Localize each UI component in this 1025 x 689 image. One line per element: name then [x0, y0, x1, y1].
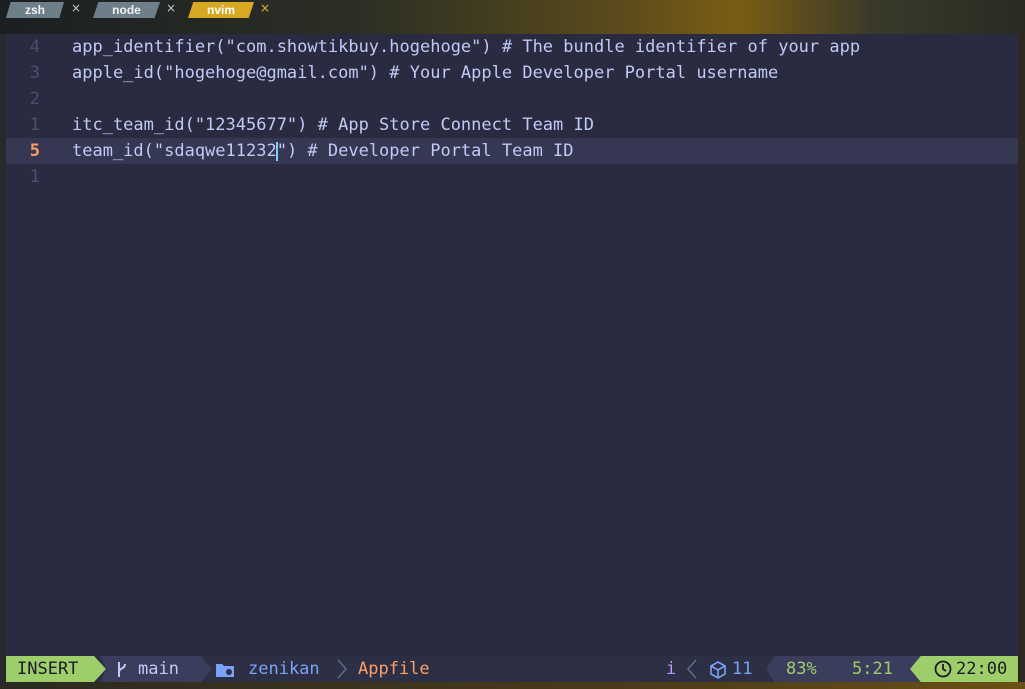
- line-number: 5: [29, 141, 40, 161]
- clock-icon: [934, 660, 952, 678]
- cursor-position: 5:21: [852, 659, 893, 679]
- code-text[interactable]: itc_team_id("12345677") # App Store Conn…: [72, 112, 594, 138]
- mode-indicator: INSERT: [6, 656, 106, 682]
- chevron-left-icon: [686, 659, 697, 679]
- tab-node[interactable]: node: [93, 2, 160, 18]
- git-branch: main: [138, 659, 179, 679]
- close-icon[interactable]: ×: [260, 1, 270, 15]
- clock-time: 22:00: [956, 659, 1008, 679]
- indicator-text: i: [666, 659, 677, 679]
- code-text[interactable]: app_identifier("com.showtikbuy.hogehoge"…: [72, 34, 860, 60]
- tab-label: node: [112, 3, 141, 17]
- scroll-percent: 83%: [786, 659, 817, 679]
- statusline: INSERT main zenikan Appfile i 11 83% 5:2…: [6, 656, 1018, 682]
- line-number: 1: [29, 167, 40, 187]
- tab-nvim[interactable]: nvim: [188, 2, 254, 18]
- line-number: 4: [29, 37, 40, 57]
- code-line[interactable]: 4 app_identifier("com.showtikbuy.hogehog…: [6, 34, 1018, 60]
- line-number: 1: [29, 115, 40, 135]
- chevron-right-icon: [337, 659, 348, 679]
- folder-icon: [216, 664, 234, 677]
- line-number: 2: [29, 89, 40, 109]
- lsp-count: 11: [732, 659, 753, 679]
- code-text[interactable]: apple_id("hogehoge@gmail.com") # Your Ap…: [72, 60, 778, 86]
- code-before-cursor: team_id("sdaqwe11232: [72, 141, 277, 161]
- editor-buffer[interactable]: 4 app_identifier("com.showtikbuy.hogehog…: [6, 34, 1018, 656]
- file-name: Appfile: [358, 659, 430, 679]
- tab-label: zsh: [24, 3, 45, 17]
- line-number: 3: [29, 63, 40, 83]
- close-icon[interactable]: ×: [71, 1, 81, 15]
- code-line[interactable]: 3 apple_id("hogehoge@gmail.com") # Your …: [6, 60, 1018, 86]
- clock-segment: 22:00: [910, 656, 1018, 682]
- git-branch-icon: [118, 662, 126, 677]
- wallpaper-right: [1018, 34, 1025, 682]
- code-line[interactable]: 2: [6, 86, 1018, 112]
- tab-label: nvim: [206, 3, 235, 17]
- package-icon: [710, 661, 726, 679]
- tab-zsh[interactable]: zsh: [6, 2, 64, 18]
- close-icon[interactable]: ×: [166, 1, 176, 15]
- code-line[interactable]: 1 itc_team_id("12345677") # App Store Co…: [6, 112, 1018, 138]
- code-line[interactable]: 1: [6, 164, 1018, 190]
- code-text[interactable]: team_id("sdaqwe11232") # Developer Porta…: [72, 138, 574, 164]
- code-after-cursor: ") # Developer Portal Team ID: [276, 141, 574, 161]
- current-code-line[interactable]: 5 team_id("sdaqwe11232") # Developer Por…: [6, 138, 1018, 164]
- directory-name: zenikan: [248, 659, 320, 679]
- wallpaper-bottom: [0, 682, 1025, 689]
